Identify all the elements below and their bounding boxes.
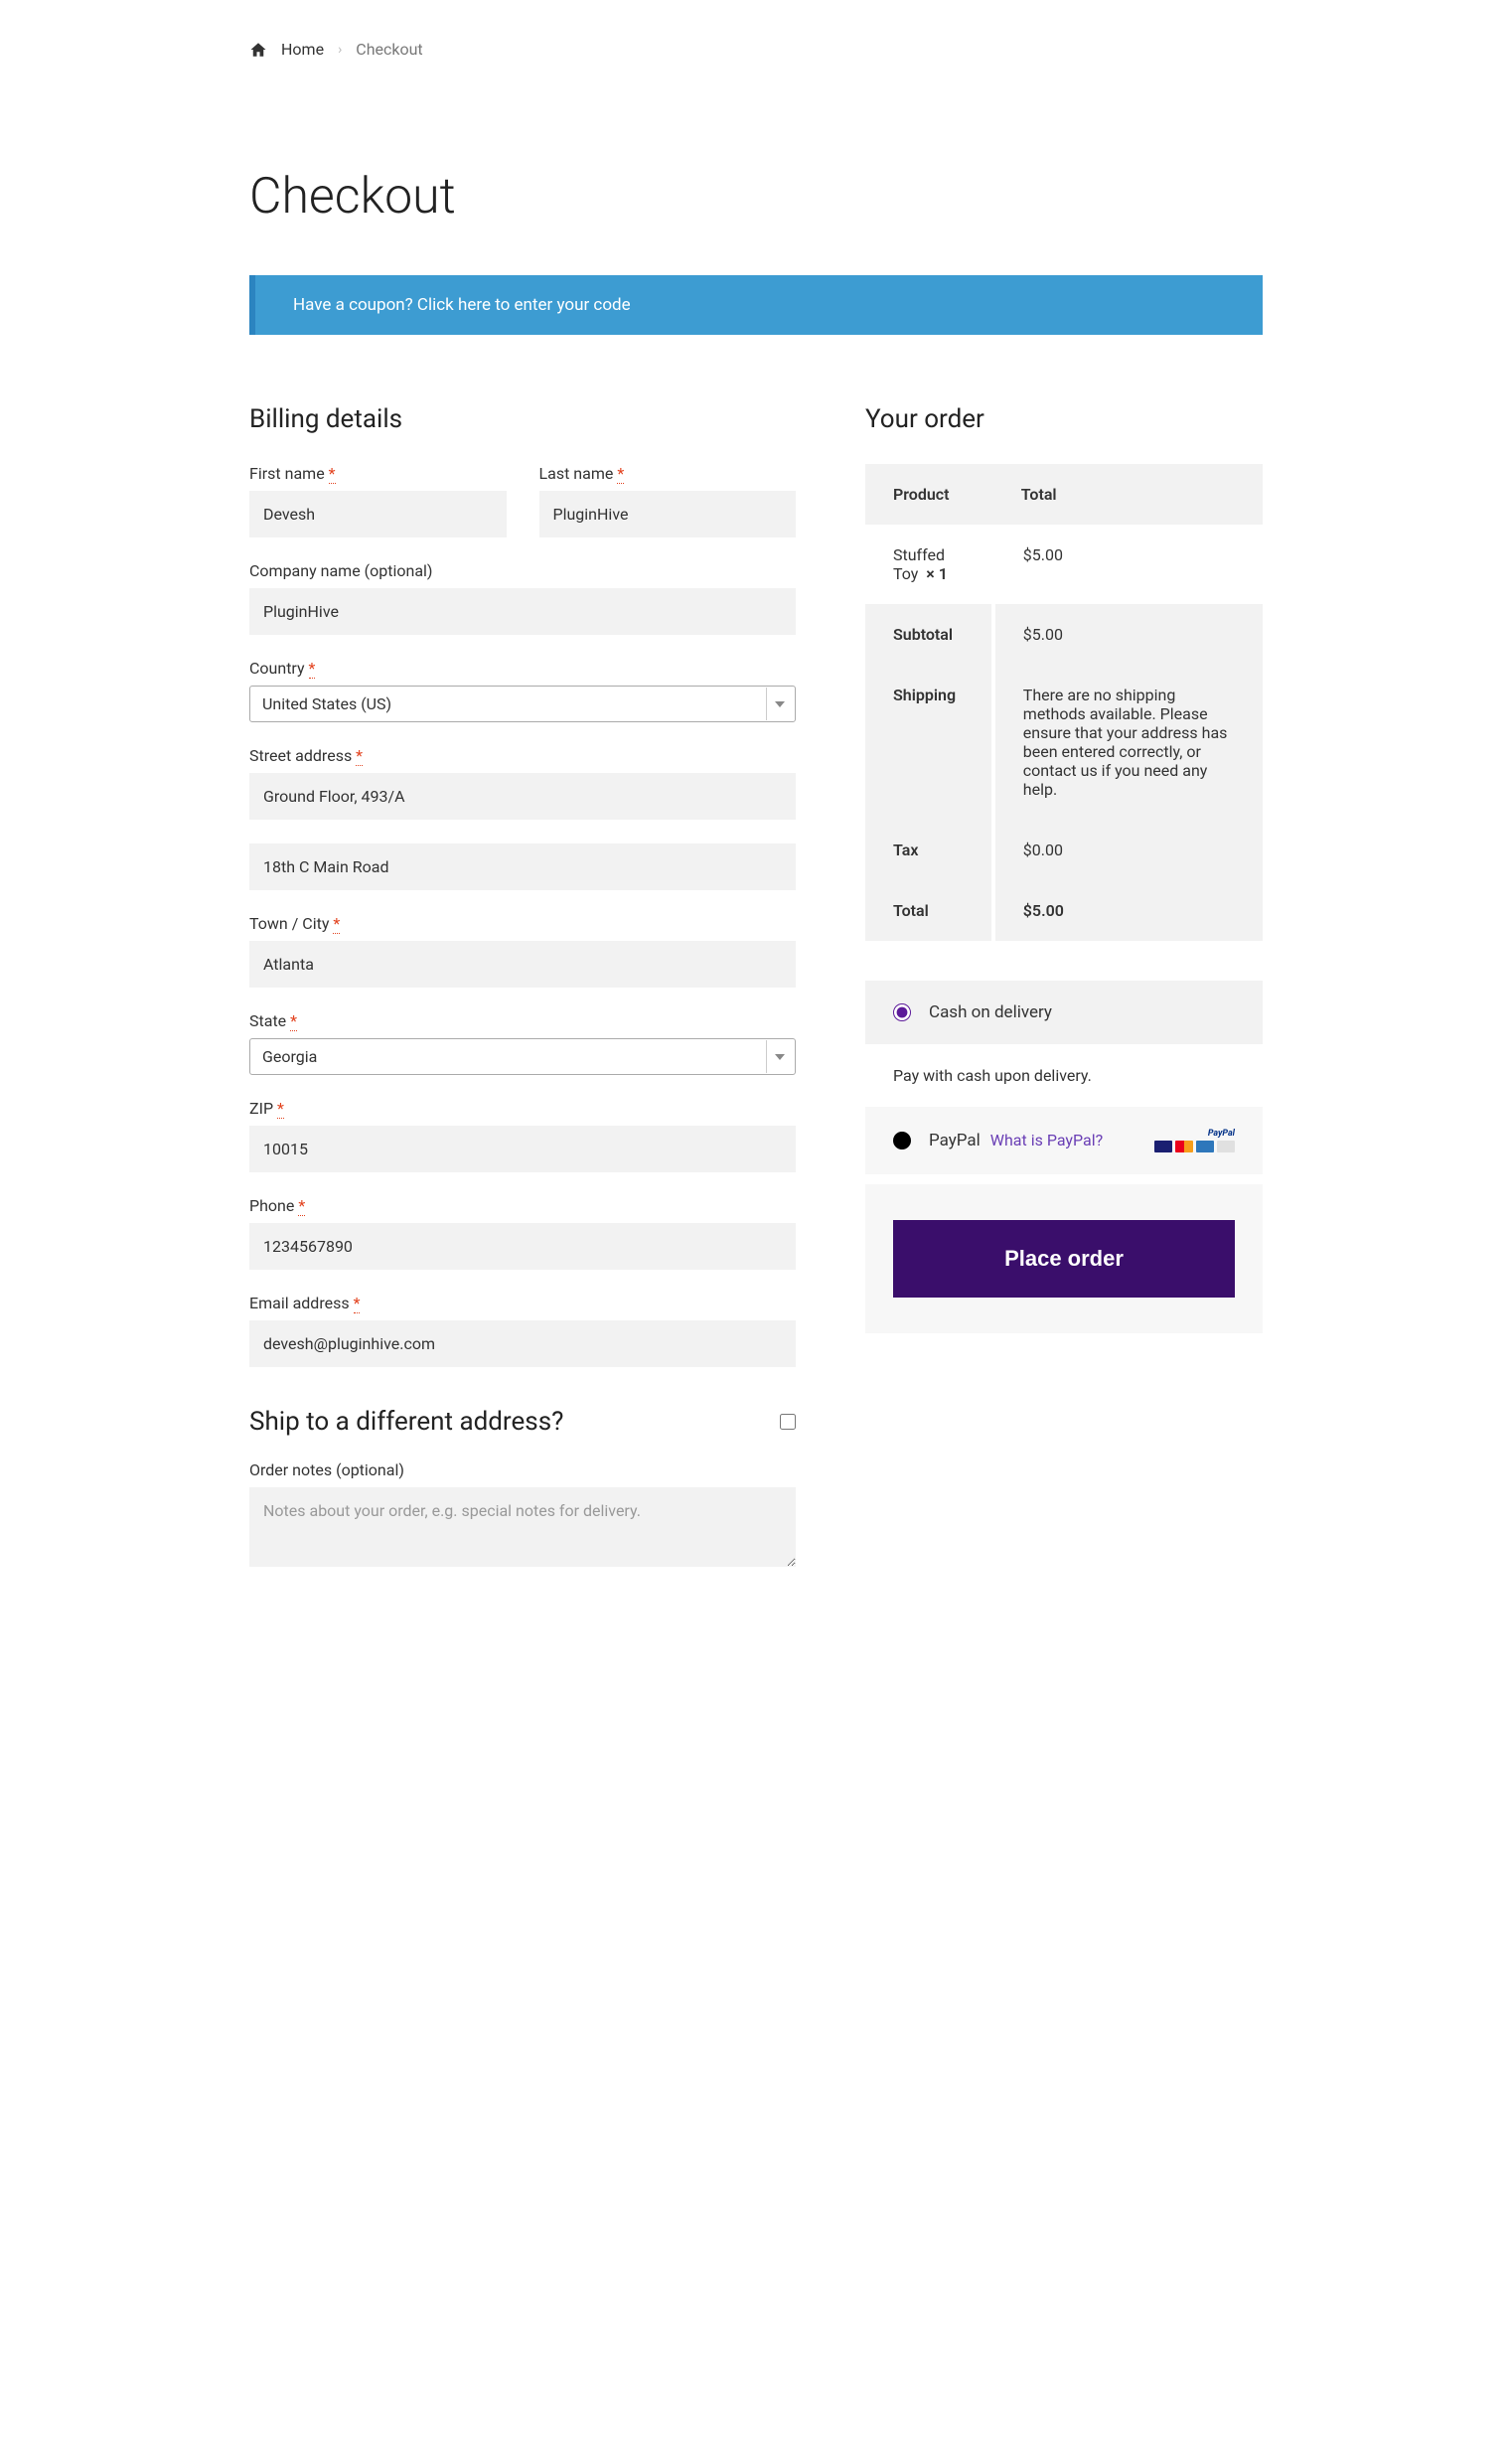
payment-paypal-whatis-link[interactable]: What is PayPal?	[990, 1131, 1103, 1149]
country-label: Country *	[249, 659, 796, 678]
payment-methods: Cash on delivery Pay with cash upon deli…	[865, 981, 1263, 1174]
payment-cod-option[interactable]: Cash on delivery	[865, 981, 1263, 1044]
breadcrumb-home[interactable]: Home	[281, 40, 324, 59]
order-tax-row: Tax $0.00	[865, 820, 1263, 880]
order-col-total: Total	[993, 464, 1263, 525]
street-line2-input[interactable]	[249, 843, 796, 890]
payment-cod-desc: Pay with cash upon delivery.	[865, 1044, 1263, 1107]
last-name-label: Last name *	[539, 464, 797, 483]
coupon-banner: Have a coupon? Click here to enter your …	[249, 275, 1263, 335]
chevron-right-icon: ›	[338, 42, 342, 58]
order-shipping-row: Shipping There are no shipping methods a…	[865, 665, 1263, 820]
order-col-product: Product	[865, 464, 993, 525]
ship-diff-checkbox[interactable]	[780, 1414, 796, 1430]
zip-label: ZIP *	[249, 1099, 796, 1118]
order-item-qty: × 1	[926, 564, 948, 583]
breadcrumb: Home › Checkout	[249, 40, 1263, 59]
first-name-input[interactable]	[249, 491, 507, 537]
street-line1-input[interactable]	[249, 773, 796, 820]
state-label: State *	[249, 1011, 796, 1030]
company-label: Company name (optional)	[249, 561, 796, 580]
order-total-row: Total $5.00	[865, 880, 1263, 941]
email-label: Email address *	[249, 1294, 796, 1312]
breadcrumb-current: Checkout	[356, 40, 422, 59]
country-select[interactable]: United States (US)	[250, 687, 795, 721]
order-item-total: $5.00	[993, 525, 1263, 604]
paypal-cards-icon: PayPal	[1154, 1129, 1235, 1152]
place-order-button[interactable]: Place order	[893, 1220, 1235, 1298]
coupon-toggle-link[interactable]: Have a coupon? Click here to enter your …	[293, 295, 631, 315]
page-title: Checkout	[249, 168, 1263, 226]
home-icon	[249, 41, 267, 59]
order-notes-label: Order notes (optional)	[249, 1460, 796, 1479]
payment-cod-radio[interactable]	[893, 1003, 911, 1021]
city-input[interactable]	[249, 941, 796, 988]
payment-paypal-radio[interactable]	[893, 1132, 911, 1149]
zip-input[interactable]	[249, 1126, 796, 1172]
ship-diff-heading: Ship to a different address?	[249, 1407, 563, 1437]
order-heading: Your order	[865, 404, 1263, 434]
state-select-wrap: Georgia	[249, 1038, 796, 1075]
first-name-label: First name *	[249, 464, 507, 483]
state-select[interactable]: Georgia	[250, 1039, 795, 1074]
phone-label: Phone *	[249, 1196, 796, 1215]
payment-paypal-label: PayPal	[929, 1131, 981, 1150]
email-input[interactable]	[249, 1320, 796, 1367]
order-table: Product Total Stuffed Toy × 1 $5.00 Subt…	[865, 464, 1263, 941]
payment-cod-label: Cash on delivery	[929, 1002, 1052, 1022]
street-label: Street address *	[249, 746, 796, 765]
order-notes-textarea[interactable]	[249, 1487, 796, 1567]
city-label: Town / City *	[249, 914, 796, 933]
phone-input[interactable]	[249, 1223, 796, 1270]
country-select-wrap: United States (US)	[249, 686, 796, 722]
payment-paypal-option[interactable]: PayPal What is PayPal? PayPal	[865, 1107, 1263, 1174]
order-subtotal-row: Subtotal $5.00	[865, 604, 1263, 665]
last-name-input[interactable]	[539, 491, 797, 537]
company-input[interactable]	[249, 588, 796, 635]
order-item-row: Stuffed Toy × 1 $5.00	[865, 525, 1263, 604]
billing-heading: Billing details	[249, 404, 796, 434]
